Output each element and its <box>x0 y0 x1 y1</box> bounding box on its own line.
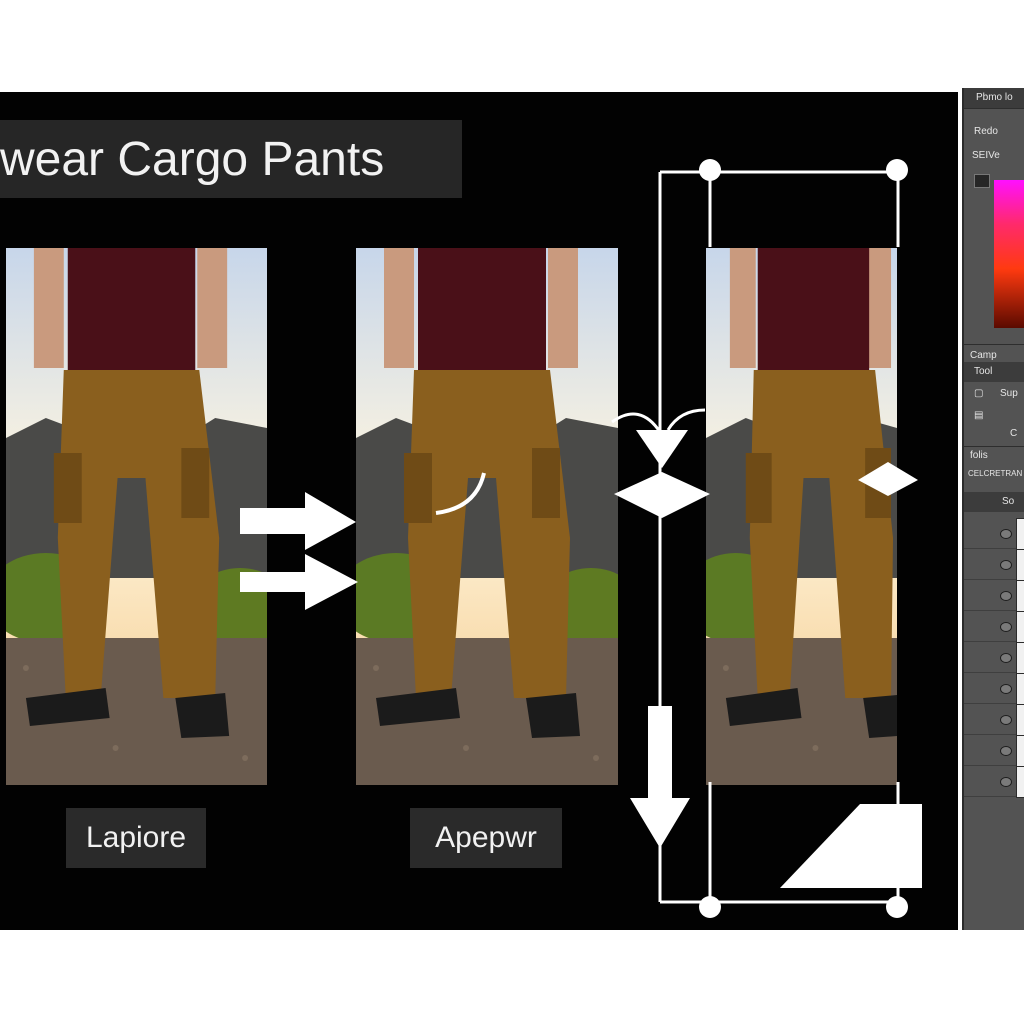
title-banner: wear Cargo Pants <box>0 120 462 198</box>
color-sub-tab[interactable]: SEIVe <box>964 146 1024 166</box>
eye-icon[interactable] <box>1000 560 1012 570</box>
layer-thumbnail <box>1016 735 1024 767</box>
transform-handle <box>699 159 721 181</box>
diamond-handle-icon <box>614 472 710 518</box>
eye-icon[interactable] <box>1000 777 1012 787</box>
eye-icon[interactable] <box>1000 529 1012 539</box>
layers-sub: CELCRETRAN <box>968 469 1023 478</box>
eye-icon[interactable] <box>1000 746 1012 756</box>
transform-handle <box>699 896 721 918</box>
tools-panel: Pbmo lo Redo SEIVe Camp Tool ▢ Sup ▤ C f… <box>962 88 1024 930</box>
layers-label: folis <box>970 450 988 461</box>
layer-row[interactable] <box>964 704 1024 736</box>
layer-thumbnail <box>1016 673 1024 705</box>
layer-row[interactable] <box>964 580 1024 612</box>
cargo-pants-photo <box>706 248 897 785</box>
photo-result[interactable] <box>706 248 897 785</box>
panel-header: Pbmo lo <box>964 88 1024 108</box>
cargo-pants-photo <box>356 248 618 785</box>
tools-row-2[interactable]: ▤ <box>964 406 1024 426</box>
layer-thumbnail <box>1016 549 1024 581</box>
photo-edited[interactable] <box>356 248 618 785</box>
layer-thumbnail <box>1016 518 1024 550</box>
layer-row[interactable] <box>964 549 1024 581</box>
tab-color[interactable]: Redo <box>964 122 1024 142</box>
layer-thumbnail <box>1016 611 1024 643</box>
layer-thumbnail <box>1016 766 1024 798</box>
layer-row[interactable] <box>964 518 1024 550</box>
color-swatch[interactable] <box>974 174 990 188</box>
caption-before: Lapiore <box>66 808 206 868</box>
page-title: wear Cargo Pants <box>0 133 385 186</box>
eye-icon[interactable] <box>1000 591 1012 601</box>
tools-c-row[interactable]: C <box>964 424 1024 444</box>
layer-row[interactable] <box>964 611 1024 643</box>
eye-icon[interactable] <box>1000 684 1012 694</box>
eye-icon[interactable] <box>1000 622 1012 632</box>
wedge-shape <box>780 804 922 888</box>
layer-row[interactable] <box>964 673 1024 705</box>
transform-handle <box>886 159 908 181</box>
transform-handle <box>886 896 908 918</box>
layers-header[interactable]: So <box>964 492 1024 512</box>
photo-original[interactable] <box>6 248 267 785</box>
cargo-pants-photo <box>6 248 267 785</box>
layer-row[interactable] <box>964 735 1024 767</box>
color-picker-field[interactable] <box>994 180 1024 328</box>
editor-canvas[interactable]: wear Cargo Pants Lapiore Apepwr <box>0 92 958 930</box>
doc-icon: ▤ <box>974 410 984 421</box>
tools-row[interactable]: ▢ Sup <box>964 384 1024 404</box>
eye-icon[interactable] <box>1000 715 1012 725</box>
layer-thumbnail <box>1016 580 1024 612</box>
layer-row[interactable] <box>964 766 1024 798</box>
layer-row[interactable] <box>964 642 1024 674</box>
funnel-icon <box>636 430 688 468</box>
tools-header[interactable]: Tool <box>964 362 1024 382</box>
caption-after: Apepwr <box>410 808 562 868</box>
eye-icon[interactable] <box>1000 653 1012 663</box>
layer-thumbnail <box>1016 642 1024 674</box>
arrow-down-icon <box>630 706 690 848</box>
layer-thumbnail <box>1016 704 1024 736</box>
square-icon: ▢ <box>974 388 984 399</box>
